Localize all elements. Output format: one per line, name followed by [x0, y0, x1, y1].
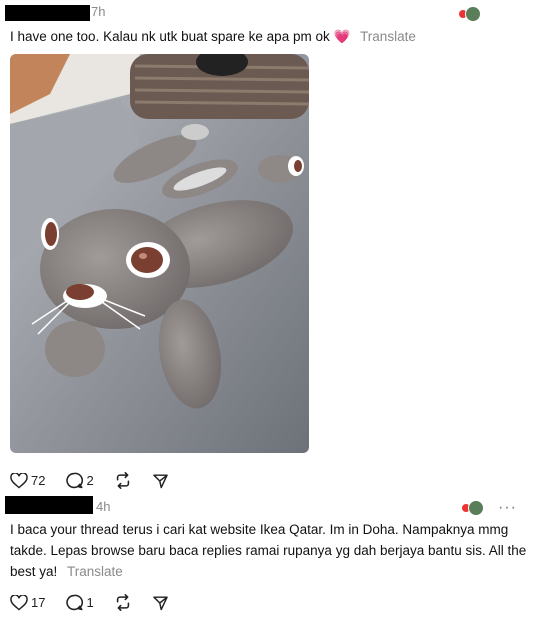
repost-icon	[116, 594, 129, 611]
comment-icon	[66, 594, 84, 611]
share-icon	[152, 595, 168, 610]
repost-button-2[interactable]	[114, 594, 132, 611]
more-options-button[interactable]: ···	[498, 499, 517, 517]
share-icon	[152, 473, 168, 488]
post-photo[interactable]	[10, 54, 309, 453]
heart-icon	[10, 472, 28, 489]
reply-button-2[interactable]: 1	[65, 594, 94, 611]
redacted-username-1	[5, 5, 90, 21]
translate-link-1[interactable]: Translate	[360, 29, 416, 44]
repost-icon	[116, 472, 129, 489]
comment-icon	[66, 472, 84, 489]
avatar	[468, 500, 484, 516]
repost-button-1[interactable]	[114, 472, 132, 489]
like-count-2: 17	[31, 595, 46, 610]
share-button-1[interactable]	[152, 473, 169, 489]
share-button-2[interactable]	[152, 595, 169, 611]
reply-count-1: 2	[86, 473, 94, 488]
plush-bunny-image	[10, 54, 309, 453]
reaction-avatar-1[interactable]	[459, 6, 481, 22]
post-body-1: I have one too. Kalau nk utk buat spare …	[10, 29, 330, 44]
reply-button-1[interactable]: 2	[65, 472, 94, 489]
post-actions-2: 17 1	[10, 594, 183, 611]
heart-icon	[10, 594, 28, 611]
translate-link-2[interactable]: Translate	[67, 564, 123, 579]
post-time-2: 4h	[96, 499, 111, 514]
like-button-2[interactable]: 17	[10, 594, 46, 611]
heart-emoji: 💗	[333, 29, 351, 44]
reaction-avatar-2[interactable]	[462, 500, 484, 516]
post-text-2: I baca your thread terus i cari kat webs…	[10, 519, 528, 582]
post-text-1: I have one too. Kalau nk utk buat spare …	[10, 26, 530, 47]
post-time-1: 7h	[91, 4, 106, 19]
reply-count-2: 1	[86, 595, 94, 610]
post-actions-1: 72 2	[10, 472, 183, 489]
like-count-1: 72	[31, 473, 46, 488]
redacted-username-2	[5, 496, 93, 514]
like-button-1[interactable]: 72	[10, 472, 46, 489]
avatar	[465, 6, 481, 22]
